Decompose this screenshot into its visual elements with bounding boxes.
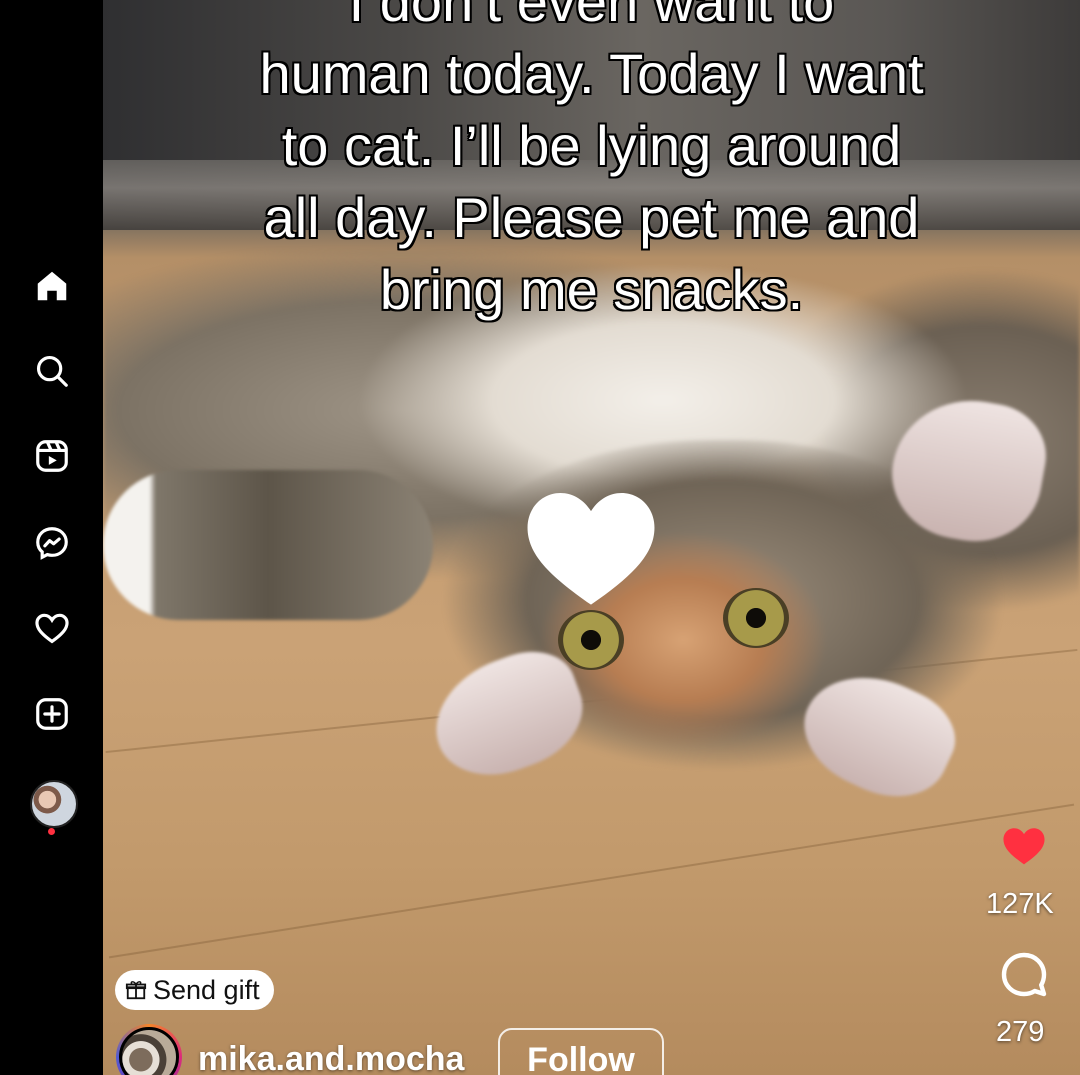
comment-button[interactable]	[1000, 950, 1048, 998]
reel-caption-overlay: I don’t even want to human today. Today …	[103, 0, 1080, 326]
like-button[interactable]	[1002, 826, 1046, 866]
cat-paw	[103, 470, 433, 620]
double-tap-heart-icon	[527, 493, 655, 605]
side-navigation	[0, 0, 103, 1075]
creator-username[interactable]: mika.and.mocha	[198, 1040, 464, 1075]
cat-eye-left	[558, 610, 624, 670]
profile-avatar[interactable]	[30, 780, 78, 828]
reel-video[interactable]: I don’t even want to human today. Today …	[103, 0, 1080, 1075]
reels-viewer: I don’t even want to human today. Today …	[0, 0, 1080, 1075]
comment-icon	[1001, 952, 1047, 997]
caption-line: I don’t even want to	[348, 0, 835, 33]
nav-reels[interactable]	[26, 430, 78, 482]
like-count: 127K	[986, 888, 1054, 920]
caption-line: all day. Please pet me and	[263, 186, 920, 249]
send-gift-label: Send gift	[153, 974, 260, 1005]
floor-plank-line	[108, 803, 1075, 959]
messenger-icon	[36, 527, 68, 560]
comment-count: 279	[996, 1016, 1045, 1048]
caption-line: bring me snacks.	[379, 258, 804, 321]
heart-icon	[35, 613, 69, 644]
cat-eye-right	[723, 588, 789, 648]
search-icon	[36, 355, 68, 387]
nav-messages[interactable]	[26, 517, 78, 569]
home-icon	[37, 271, 67, 301]
gift-icon	[125, 981, 147, 1000]
heart-filled-icon	[1003, 828, 1045, 865]
nav-search[interactable]	[26, 345, 78, 397]
nav-home[interactable]	[26, 260, 78, 312]
caption-line: to cat. I’ll be lying around	[281, 114, 902, 177]
send-gift-button[interactable]: Send gift	[115, 970, 274, 1010]
reels-icon	[36, 440, 68, 472]
creator-avatar-image	[119, 1027, 179, 1075]
caption-line: human today. Today I want	[259, 42, 924, 105]
plus-square-icon	[36, 698, 68, 730]
notification-dot	[48, 828, 55, 835]
nav-notifications[interactable]	[26, 602, 78, 654]
follow-button[interactable]: Follow	[498, 1028, 664, 1075]
nav-create[interactable]	[26, 688, 78, 740]
